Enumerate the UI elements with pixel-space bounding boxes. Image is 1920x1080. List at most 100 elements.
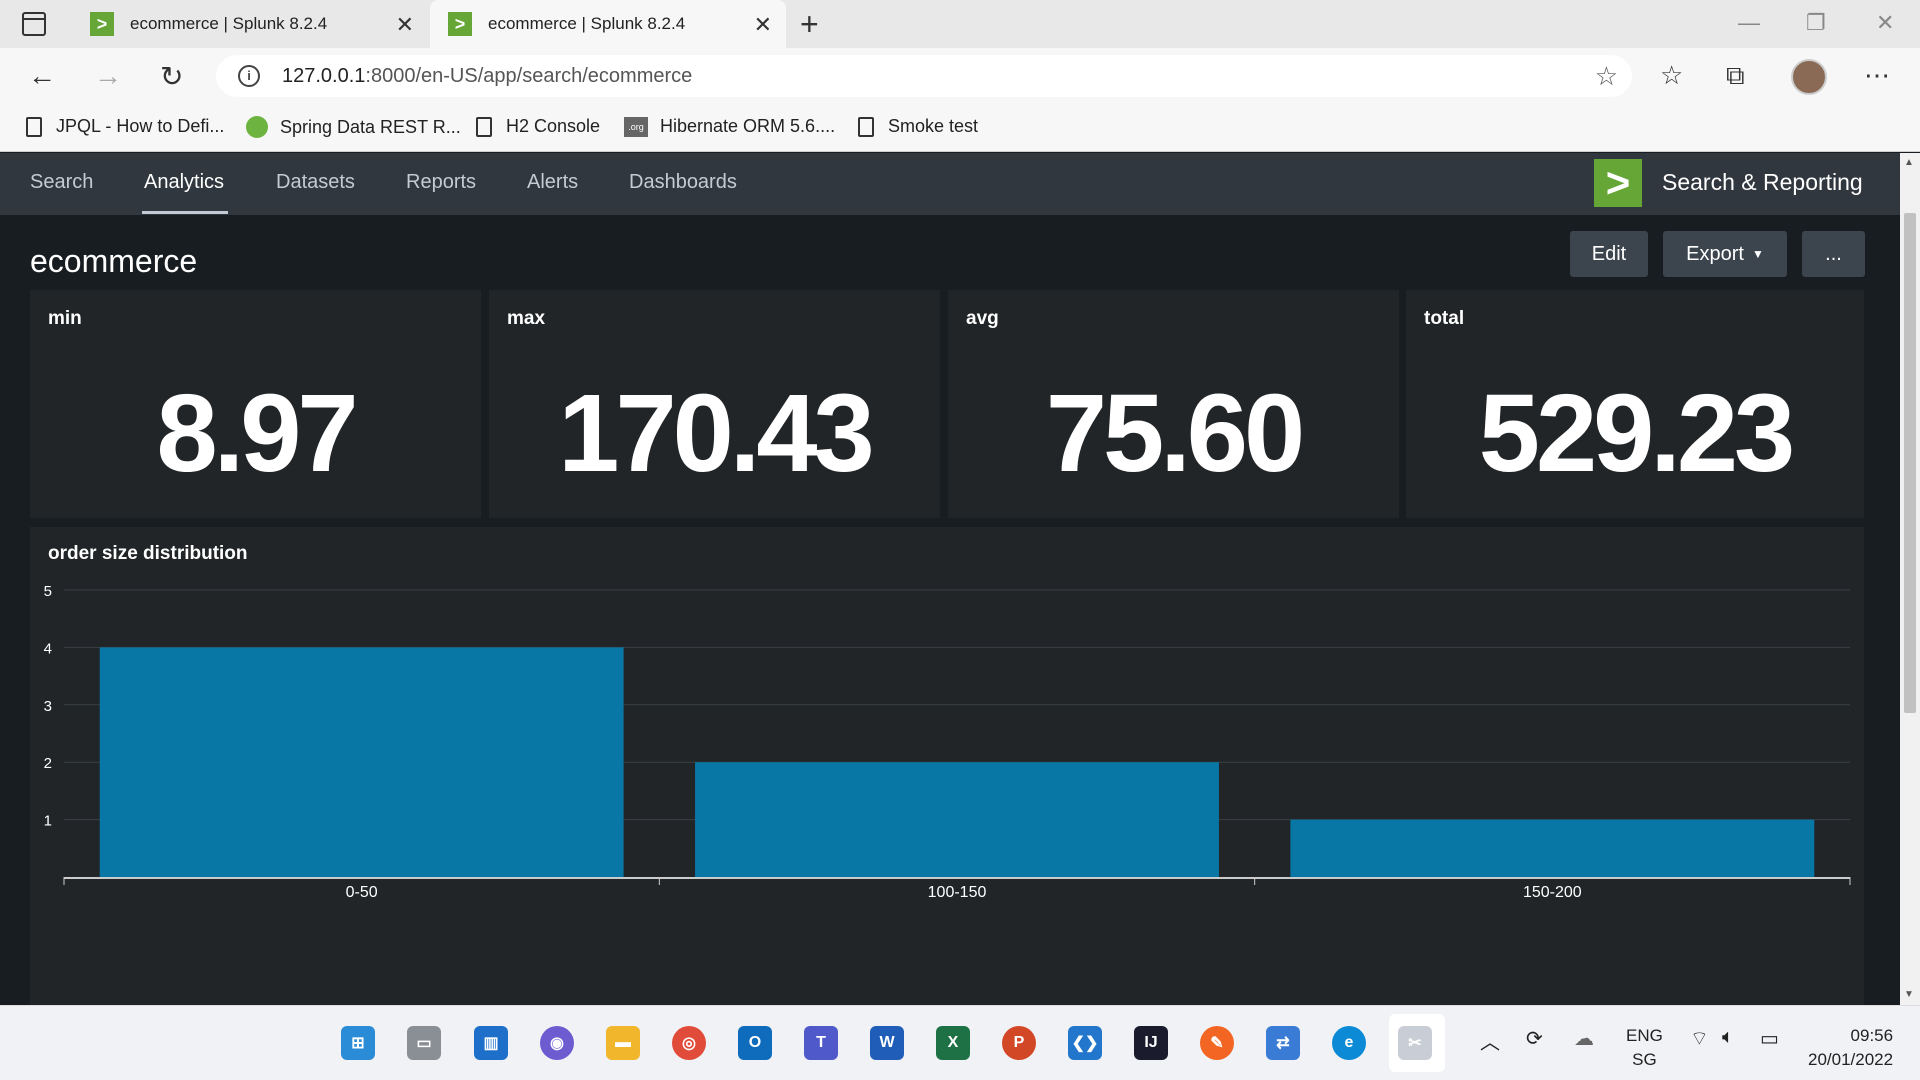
site-info-icon[interactable]: i bbox=[238, 65, 260, 87]
powerpoint-icon[interactable]: P bbox=[1002, 1026, 1036, 1060]
favorites-icon[interactable]: ☆ bbox=[1660, 60, 1683, 91]
taskbar: ⊞ ▭ ▥ ◉ ▬ ◎ O T W X P ❮❯ IJ ✎ ⇄ e ✂ ︿ ⟳ … bbox=[0, 1005, 1920, 1080]
address-bar-row: ← → ↻ i 127.0.0.1:8000/en-US/app/search/… bbox=[0, 48, 1920, 104]
more-actions-button[interactable]: ... bbox=[1802, 231, 1865, 277]
clock-date: 20/01/2022 bbox=[1808, 1050, 1894, 1069]
app-nav-bar: Search Analytics Datasets Reports Alerts… bbox=[0, 153, 1920, 215]
bar bbox=[695, 762, 1219, 877]
bookmark-label: Spring Data REST R... bbox=[280, 116, 461, 137]
nav-analytics[interactable]: Analytics bbox=[144, 171, 224, 194]
volume-icon[interactable]: 🔈︎ bbox=[1722, 1026, 1734, 1049]
caret-down-icon: ▼ bbox=[1751, 247, 1764, 261]
network-tool-icon[interactable]: ⇄ bbox=[1266, 1026, 1300, 1060]
close-window-icon[interactable]: ✕ bbox=[1876, 10, 1894, 36]
url-field[interactable]: i 127.0.0.1:8000/en-US/app/search/ecomme… bbox=[216, 55, 1632, 97]
export-label: Export bbox=[1686, 242, 1744, 265]
nav-alerts[interactable]: Alerts bbox=[527, 171, 578, 194]
language-indicator[interactable]: ENG SG bbox=[1626, 1024, 1663, 1072]
intellij-icon[interactable]: IJ bbox=[1134, 1026, 1168, 1060]
close-tab-icon[interactable]: ✕ bbox=[754, 12, 772, 38]
tab-actions-icon[interactable] bbox=[22, 12, 46, 36]
y-tick-label: 4 bbox=[44, 640, 52, 657]
start-icon[interactable]: ⊞ bbox=[341, 1026, 375, 1060]
bookmark-item[interactable]: JPQL - How to Defi... bbox=[26, 116, 224, 137]
bookmark-label: H2 Console bbox=[506, 116, 601, 136]
tray-overflow-icon[interactable]: ︿ bbox=[1480, 1026, 1500, 1055]
stat-panel-total: total 529.23 bbox=[1406, 290, 1864, 518]
edit-button[interactable]: Edit bbox=[1570, 231, 1648, 277]
restore-icon[interactable]: ❐ bbox=[1806, 10, 1826, 36]
browser-tab-1[interactable]: > ecommerce | Splunk 8.2.4 ✕ bbox=[72, 0, 428, 48]
nav-reports[interactable]: Reports bbox=[406, 171, 476, 194]
snipping-tool-icon[interactable]: ✂ bbox=[1398, 1026, 1432, 1060]
minimize-icon[interactable]: — bbox=[1738, 10, 1760, 36]
forward-icon[interactable]: → bbox=[94, 60, 122, 92]
chart-panel: 1 2 3 4 5 0-50 100-150 150-200 order size distr… bbox=[30, 527, 1864, 1005]
add-favorite-icon[interactable]: ☆ bbox=[1595, 61, 1618, 92]
language-code: ENG bbox=[1626, 1026, 1663, 1045]
battery-icon[interactable]: ▭ bbox=[1760, 1026, 1779, 1051]
nav-search[interactable]: Search bbox=[30, 171, 93, 194]
stat-panel-avg: avg 75.60 bbox=[948, 290, 1399, 518]
bookmark-label: JPQL - How to Defi... bbox=[56, 116, 225, 136]
bookmark-item[interactable]: .org Hibernate ORM 5.6.... bbox=[624, 116, 835, 137]
scroll-thumb[interactable] bbox=[1904, 213, 1916, 713]
close-tab-icon[interactable]: ✕ bbox=[396, 12, 414, 38]
outlook-icon[interactable]: O bbox=[738, 1026, 772, 1060]
export-button[interactable]: Export ▼ bbox=[1663, 231, 1787, 277]
refresh-icon[interactable]: ↻ bbox=[160, 60, 183, 93]
scroll-down-icon[interactable]: ▼ bbox=[1904, 989, 1914, 1000]
stat-value: 170.43 bbox=[558, 372, 874, 495]
wifi-icon[interactable]: ⌔ bbox=[1690, 1026, 1709, 1051]
edge-icon[interactable]: e bbox=[1332, 1026, 1366, 1060]
more-menu-icon[interactable]: ⋯ bbox=[1864, 60, 1890, 91]
scroll-up-icon[interactable]: ▲ bbox=[1904, 157, 1914, 168]
back-icon[interactable]: ← bbox=[28, 60, 56, 92]
app-name[interactable]: Search & Reporting bbox=[1662, 169, 1863, 196]
profile-avatar[interactable] bbox=[1791, 59, 1827, 95]
stat-label: max bbox=[507, 308, 546, 329]
tab-title: ecommerce | Splunk 8.2.4 bbox=[130, 14, 328, 33]
nav-datasets[interactable]: Datasets bbox=[276, 171, 355, 194]
postman-icon[interactable]: ✎ bbox=[1200, 1026, 1234, 1060]
document-icon bbox=[476, 116, 492, 137]
y-tick-label: 1 bbox=[44, 813, 52, 830]
vscode-icon[interactable]: ❮❯ bbox=[1068, 1026, 1102, 1060]
chat-icon[interactable]: ◉ bbox=[540, 1026, 574, 1060]
bookmark-item[interactable]: Spring Data REST R... bbox=[246, 116, 461, 138]
dashboard: ecommerce Edit Export ▼ ... min 8.97 max … bbox=[0, 215, 1900, 1005]
y-tick-label: 5 bbox=[44, 583, 52, 600]
x-tick-label: 150-200 bbox=[1523, 884, 1582, 901]
stat-panel-min: min 8.97 bbox=[30, 290, 481, 518]
onedrive-icon[interactable]: ☁ bbox=[1574, 1026, 1594, 1051]
clock[interactable]: 09:56 20/01/2022 bbox=[1808, 1024, 1893, 1072]
bookmark-item[interactable]: H2 Console bbox=[476, 116, 600, 137]
task-view-icon[interactable]: ▭ bbox=[407, 1026, 441, 1060]
file-explorer-icon[interactable]: ▬ bbox=[606, 1026, 640, 1060]
sync-icon[interactable]: ⟳ bbox=[1526, 1026, 1543, 1051]
document-icon bbox=[26, 116, 42, 137]
bookmark-label: Hibernate ORM 5.6.... bbox=[660, 116, 836, 136]
word-icon[interactable]: W bbox=[870, 1026, 904, 1060]
collections-icon[interactable]: ⧉ bbox=[1726, 60, 1745, 92]
excel-icon[interactable]: X bbox=[936, 1026, 970, 1060]
stat-label: total bbox=[1424, 308, 1465, 329]
chart-title: order size distribution bbox=[48, 543, 248, 564]
stat-label: avg bbox=[966, 308, 999, 329]
region-code: SG bbox=[1632, 1050, 1657, 1069]
spring-icon bbox=[246, 116, 268, 138]
bar-chart: 1 2 3 4 5 0-50 100-150 150-200 bbox=[44, 583, 1851, 901]
url-text[interactable]: 127.0.0.1:8000/en-US/app/search/ecommerc… bbox=[282, 65, 692, 88]
chrome-icon[interactable]: ◎ bbox=[672, 1026, 706, 1060]
nav-dashboards[interactable]: Dashboards bbox=[629, 171, 737, 194]
url-path: :8000/en-US/app/search/ecommerce bbox=[365, 65, 693, 87]
url-host: 127.0.0.1 bbox=[282, 65, 366, 87]
browser-tab-2[interactable]: > ecommerce | Splunk 8.2.4 ✕ bbox=[430, 0, 786, 48]
splunk-logo-icon[interactable]: > bbox=[1594, 159, 1642, 207]
bookmark-item[interactable]: Smoke test bbox=[858, 116, 978, 137]
teams-icon[interactable]: T bbox=[804, 1026, 838, 1060]
widgets-icon[interactable]: ▥ bbox=[474, 1026, 508, 1060]
bookmark-label: Smoke test bbox=[888, 116, 979, 136]
page-scrollbar[interactable]: ▲ ▼ bbox=[1900, 153, 1920, 1006]
new-tab-icon[interactable]: + bbox=[800, 6, 819, 43]
